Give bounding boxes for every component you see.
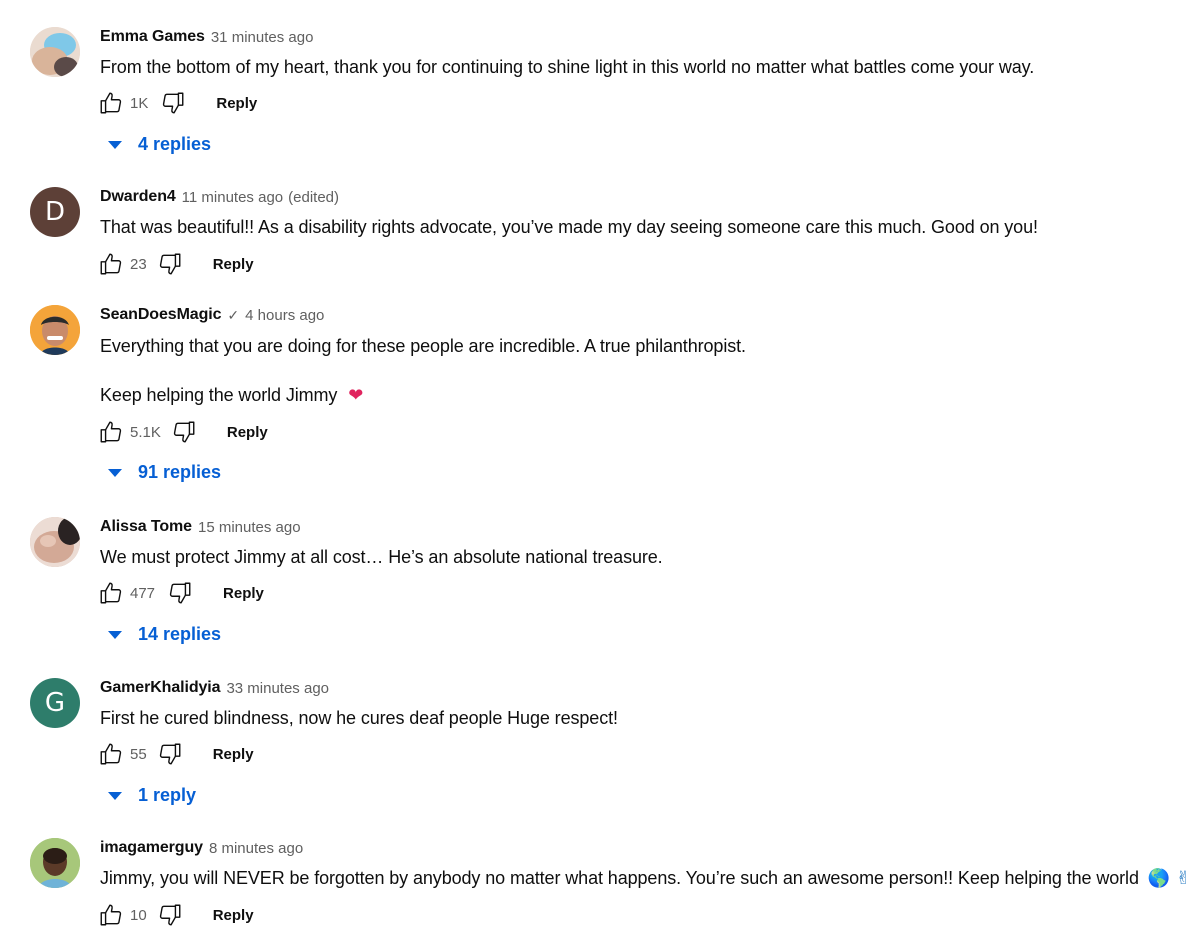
- author-name[interactable]: SeanDoesMagic: [100, 306, 222, 324]
- avatar-letter: D: [44, 197, 66, 227]
- thumbs-down-icon[interactable]: [160, 90, 186, 116]
- comment-text: Jimmy, you will NEVER be forgotten by an…: [100, 866, 1191, 891]
- comment-line: That was beautiful!! As a disability rig…: [100, 217, 1038, 237]
- reply-button[interactable]: Reply: [223, 585, 264, 602]
- heart-emoji: ❤: [348, 385, 364, 406]
- reply-button[interactable]: Reply: [213, 907, 254, 924]
- comment-line: Keep helping the world Jimmy: [100, 385, 338, 405]
- thumbs-down-icon[interactable]: [157, 251, 183, 277]
- avatar[interactable]: [30, 517, 80, 567]
- comment-text: First he cured blindness, now he cures d…: [100, 706, 618, 730]
- thumbs-down-icon[interactable]: [157, 741, 183, 767]
- comment-line-wrapper: Keep helping the world Jimmy ❤: [100, 383, 746, 408]
- globe-emoji: 🌎 ✌: [1147, 868, 1191, 889]
- comment-timestamp[interactable]: 4 hours ago: [245, 307, 324, 324]
- author-name[interactable]: GamerKhalidyia: [100, 679, 221, 697]
- comment-actions: 55 Reply: [98, 739, 254, 769]
- like-count: 477: [130, 584, 156, 602]
- caret-down-icon: [108, 630, 122, 639]
- comment-text: That was beautiful!! As a disability rig…: [100, 215, 1038, 239]
- comment-timestamp[interactable]: 15 minutes ago: [198, 519, 301, 536]
- avatar[interactable]: [30, 27, 80, 77]
- avatar[interactable]: [30, 305, 80, 355]
- edited-label: (edited): [288, 188, 339, 206]
- like-count: 5.1K: [130, 423, 161, 441]
- reply-button[interactable]: Reply: [213, 256, 254, 273]
- author-name[interactable]: imagamerguy: [100, 839, 203, 857]
- avatar[interactable]: G: [30, 678, 80, 728]
- like-count: 10: [130, 906, 147, 924]
- comment-actions: 23 Reply: [98, 249, 254, 279]
- avatar-letter: G: [44, 688, 66, 718]
- thumbs-up-icon[interactable]: [98, 419, 124, 445]
- reply-button[interactable]: Reply: [216, 95, 257, 112]
- comment-line: Everything that you are doing for these …: [100, 336, 746, 356]
- comment-line: From the bottom of my heart, thank you f…: [100, 57, 1035, 77]
- view-replies-button[interactable]: 1 reply: [106, 785, 196, 806]
- caret-down-icon: [108, 791, 122, 800]
- comment-line: Jimmy, you will NEVER be forgotten by an…: [100, 868, 1139, 888]
- thumbs-up-icon[interactable]: [98, 251, 124, 277]
- comment-timestamp[interactable]: 31 minutes ago: [211, 29, 314, 46]
- avatar[interactable]: D: [30, 187, 80, 237]
- reply-button[interactable]: Reply: [227, 424, 268, 441]
- view-replies-button[interactable]: 91 replies: [106, 462, 221, 483]
- like-count: 23: [130, 255, 147, 273]
- comment-text: From the bottom of my heart, thank you f…: [100, 55, 1034, 79]
- thumbs-up-icon[interactable]: [98, 90, 124, 116]
- comment-line: First he cured blindness, now he cures d…: [100, 708, 618, 728]
- like-count: 55: [130, 745, 147, 763]
- thumbs-up-icon[interactable]: [98, 741, 124, 767]
- caret-down-icon: [108, 468, 122, 477]
- thumbs-down-icon[interactable]: [157, 902, 183, 928]
- thumbs-up-icon[interactable]: [98, 580, 124, 606]
- thumbs-up-icon[interactable]: [98, 902, 124, 928]
- author-name[interactable]: Dwarden4: [100, 188, 176, 206]
- comment-timestamp[interactable]: 11 minutes ago: [182, 189, 283, 206]
- caret-down-icon: [108, 140, 122, 149]
- like-count: 1K: [130, 94, 149, 112]
- comment-actions: 1K Reply: [98, 88, 257, 118]
- comment-actions: 5.1K Reply: [98, 417, 268, 447]
- comment-line: We must protect Jimmy at all cost… He’s …: [100, 547, 663, 567]
- author-name[interactable]: Emma Games: [100, 28, 205, 46]
- replies-count: 91 replies: [138, 462, 222, 482]
- thumbs-down-icon[interactable]: [167, 580, 193, 606]
- avatar[interactable]: [30, 838, 80, 888]
- comment-text: We must protect Jimmy at all cost… He’s …: [100, 545, 663, 569]
- thumbs-down-icon[interactable]: [171, 419, 197, 445]
- comment-actions: 477 Reply: [98, 578, 264, 608]
- replies-count: 1 reply: [138, 785, 197, 805]
- view-replies-button[interactable]: 14 replies: [106, 624, 221, 645]
- view-replies-button[interactable]: 4 replies: [106, 134, 211, 155]
- comment-timestamp[interactable]: 8 minutes ago: [209, 840, 303, 857]
- comment-timestamp[interactable]: 33 minutes ago: [226, 680, 329, 697]
- replies-count: 4 replies: [138, 134, 212, 154]
- verified-check-icon: ✓: [227, 306, 240, 323]
- reply-button[interactable]: Reply: [213, 746, 254, 763]
- comment-actions: 10 Reply: [98, 900, 254, 930]
- comment-text: Everything that you are doing for these …: [100, 334, 746, 408]
- author-name[interactable]: Alissa Tome: [100, 518, 192, 536]
- replies-count: 14 replies: [138, 624, 222, 644]
